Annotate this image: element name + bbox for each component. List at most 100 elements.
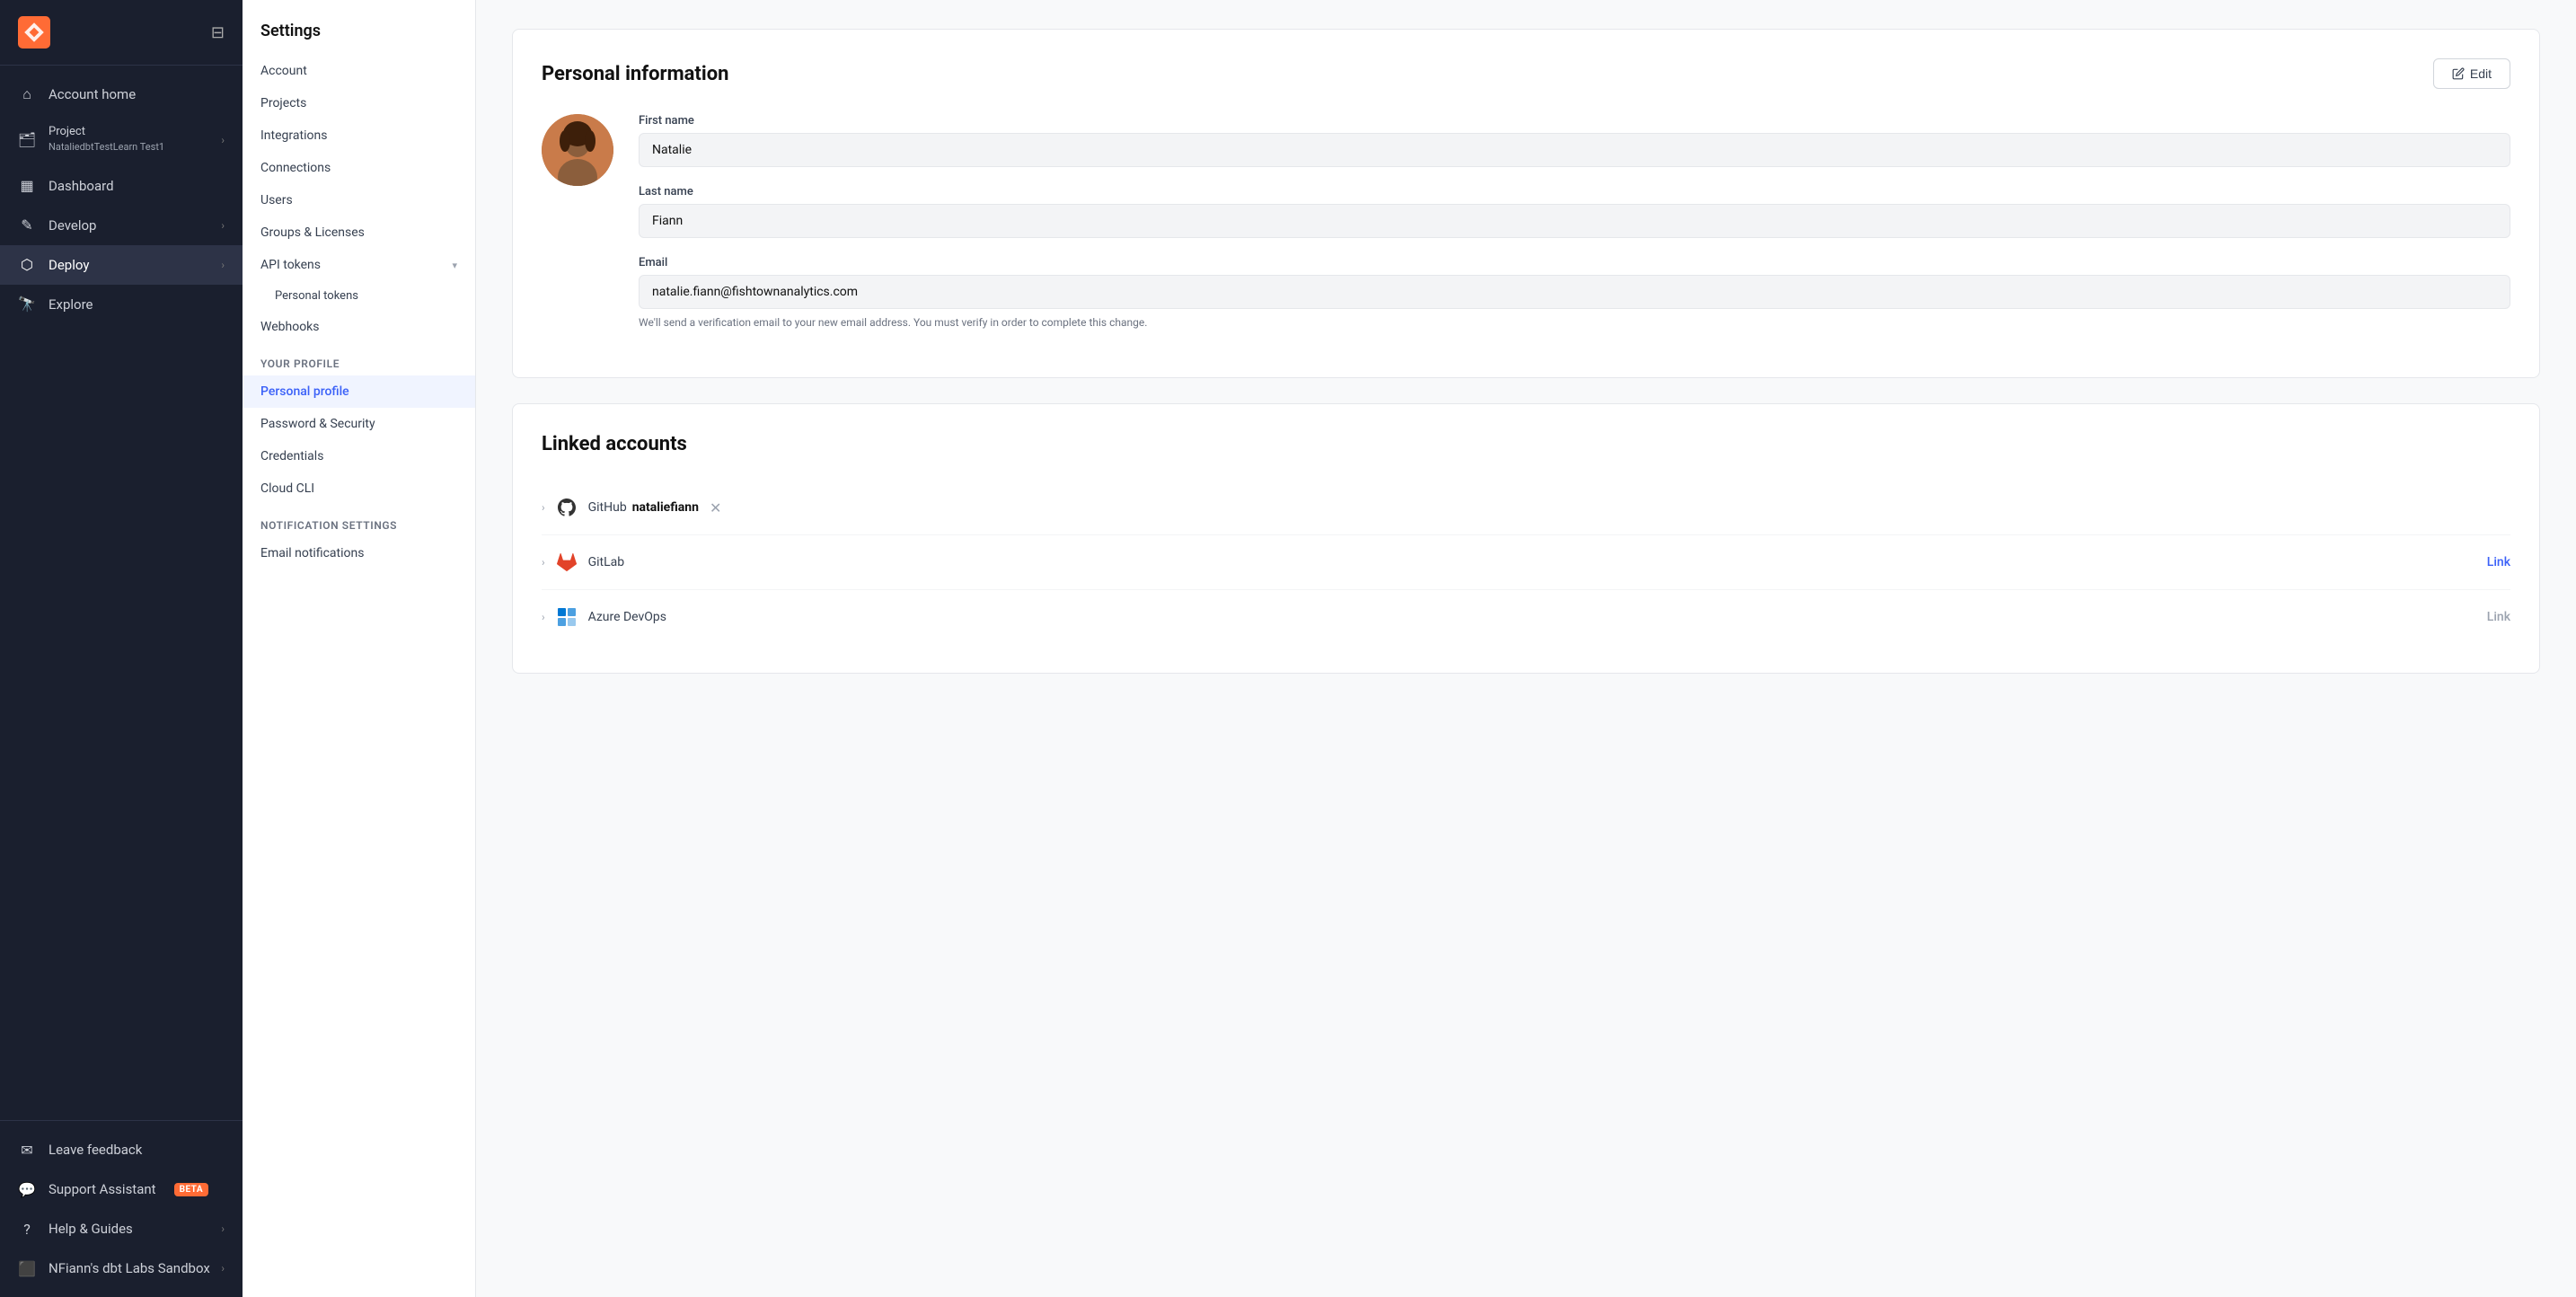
sidebar-item-label: Leave feedback: [49, 1142, 142, 1158]
chevron-right-icon: ›: [221, 1262, 225, 1275]
feedback-icon: ✉: [18, 1141, 36, 1159]
linked-accounts-title: Linked accounts: [542, 433, 687, 455]
dbt-logo-icon: [18, 16, 50, 49]
edit-label: Edit: [2470, 66, 2492, 81]
your-profile-section-label: Your profile: [243, 343, 475, 375]
sidebar-item-label: Deploy: [49, 257, 89, 273]
left-sidebar: ⊟ ⌂ Account home 🗂 ProjectNataliedbtTest…: [0, 0, 243, 1297]
sandbox-icon: ⬛: [18, 1259, 36, 1277]
linked-accounts-header: Linked accounts: [542, 433, 2510, 455]
settings-item-label: Groups & Licenses: [260, 225, 365, 240]
settings-item-account[interactable]: Account: [243, 55, 475, 87]
sidebar-item-label: Develop: [49, 217, 96, 234]
settings-item-personal-tokens[interactable]: Personal tokens: [243, 281, 475, 311]
last-name-label: Last name: [639, 185, 2510, 199]
home-icon: ⌂: [18, 85, 36, 103]
github-unlink-button[interactable]: ✕: [710, 499, 721, 516]
email-hint: We'll send a verification email to your …: [639, 314, 2510, 331]
settings-item-label: Connections: [260, 161, 331, 175]
sidebar-item-develop[interactable]: ✎ Develop ›: [0, 206, 243, 245]
sidebar-item-sandbox[interactable]: ⬛ NFiann's dbt Labs Sandbox ›: [0, 1248, 243, 1288]
explore-icon: 🔭: [18, 296, 36, 313]
gitlab-label: GitLab: [588, 555, 625, 569]
settings-item-label: Password & Security: [260, 417, 375, 431]
email-value: natalie.fiann@fishtownanalytics.com: [639, 275, 2510, 309]
settings-item-label: Projects: [260, 96, 306, 110]
github-icon: [554, 495, 579, 520]
fields-area: First name Natalie Last name Fiann Email…: [639, 114, 2510, 349]
avatar-area: [542, 114, 613, 186]
linked-account-gitlab: › GitLab Link: [542, 535, 2510, 590]
settings-item-label: Cloud CLI: [260, 481, 314, 496]
settings-title: Settings: [243, 22, 475, 55]
sidebar-item-account-home[interactable]: ⌂ Account home: [0, 75, 243, 114]
linked-accounts-card: Linked accounts › GitHub nataliefiann ✕ …: [512, 403, 2540, 674]
chevron-right-icon[interactable]: ›: [542, 501, 545, 514]
sidebar-bottom: ✉ Leave feedback 💬 Support Assistant BET…: [0, 1120, 243, 1297]
sidebar-item-dashboard[interactable]: ▦ Dashboard: [0, 166, 243, 206]
sidebar-item-explore[interactable]: 🔭 Explore: [0, 285, 243, 324]
project-icon: 🗂: [18, 131, 36, 149]
settings-item-label: Integrations: [260, 128, 327, 143]
sidebar-item-deploy[interactable]: ⬡ Deploy ›: [0, 245, 243, 285]
settings-item-label: Personal tokens: [275, 289, 358, 303]
settings-sidebar: Settings Account Projects Integrations C…: [243, 0, 476, 1297]
logo[interactable]: [18, 16, 50, 49]
chevron-right-icon[interactable]: ›: [542, 611, 545, 623]
github-label: GitHub: [588, 500, 627, 515]
main-content: Personal information Edit: [476, 0, 2576, 1297]
pencil-icon: [2452, 67, 2465, 80]
azure-devops-link-button[interactable]: Link: [2487, 610, 2510, 624]
chevron-right-icon: ›: [221, 259, 225, 271]
settings-item-credentials[interactable]: Credentials: [243, 440, 475, 472]
help-icon: ?: [18, 1220, 36, 1238]
settings-item-api-tokens[interactable]: API tokens ▾: [243, 249, 475, 281]
sidebar-item-support-assistant[interactable]: 💬 Support Assistant BETA: [0, 1169, 243, 1209]
sidebar-item-label: Explore: [49, 296, 93, 313]
last-name-value: Fiann: [639, 204, 2510, 238]
settings-item-label: Credentials: [260, 449, 323, 463]
beta-badge: BETA: [174, 1183, 209, 1196]
settings-item-integrations[interactable]: Integrations: [243, 119, 475, 152]
personal-info-form: First name Natalie Last name Fiann Email…: [542, 114, 2510, 349]
settings-item-projects[interactable]: Projects: [243, 87, 475, 119]
sidebar-item-label: Dashboard: [49, 178, 114, 194]
avatar-image: [542, 114, 613, 186]
personal-info-header: Personal information Edit: [542, 58, 2510, 89]
settings-item-groups-licenses[interactable]: Groups & Licenses: [243, 216, 475, 249]
settings-item-webhooks[interactable]: Webhooks: [243, 311, 475, 343]
gitlab-link-button[interactable]: Link: [2487, 555, 2510, 569]
sidebar-toggle-icon[interactable]: ⊟: [211, 23, 225, 42]
settings-item-label: Account: [260, 64, 307, 78]
sidebar-item-label: Support Assistant: [49, 1181, 156, 1197]
settings-item-label: Personal profile: [260, 384, 349, 399]
avatar: [542, 114, 613, 186]
settings-item-password-security[interactable]: Password & Security: [243, 408, 475, 440]
logo-area: ⊟: [0, 0, 243, 66]
chevron-right-icon[interactable]: ›: [542, 556, 545, 569]
settings-item-personal-profile[interactable]: Personal profile: [243, 375, 475, 408]
settings-item-cloud-cli[interactable]: Cloud CLI: [243, 472, 475, 505]
settings-item-label: Email notifications: [260, 546, 364, 560]
chevron-right-icon: ›: [221, 1222, 225, 1235]
dashboard-icon: ▦: [18, 177, 36, 195]
personal-info-title: Personal information: [542, 63, 728, 85]
settings-item-email-notifications[interactable]: Email notifications: [243, 537, 475, 569]
sidebar-item-project[interactable]: 🗂 ProjectNataliedbtTestLearn Test1 ›: [0, 114, 243, 166]
azure-devops-label: Azure DevOps: [588, 610, 666, 624]
settings-item-connections[interactable]: Connections: [243, 152, 475, 184]
settings-item-users[interactable]: Users: [243, 184, 475, 216]
chevron-right-icon: ›: [221, 219, 225, 232]
first-name-label: First name: [639, 114, 2510, 128]
deploy-icon: ⬡: [18, 256, 36, 274]
edit-button[interactable]: Edit: [2433, 58, 2510, 89]
gitlab-icon: [554, 550, 579, 575]
nav-items: ⌂ Account home 🗂 ProjectNataliedbtTestLe…: [0, 66, 243, 1120]
first-name-value: Natalie: [639, 133, 2510, 167]
sidebar-item-leave-feedback[interactable]: ✉ Leave feedback: [0, 1130, 243, 1169]
settings-item-label: Users: [260, 193, 293, 207]
linked-account-github: › GitHub nataliefiann ✕: [542, 481, 2510, 535]
email-field: Email natalie.fiann@fishtownanalytics.co…: [639, 256, 2510, 331]
sidebar-item-help-guides[interactable]: ? Help & Guides ›: [0, 1209, 243, 1248]
sidebar-item-label: ProjectNataliedbtTestLearn Test1: [49, 125, 164, 155]
